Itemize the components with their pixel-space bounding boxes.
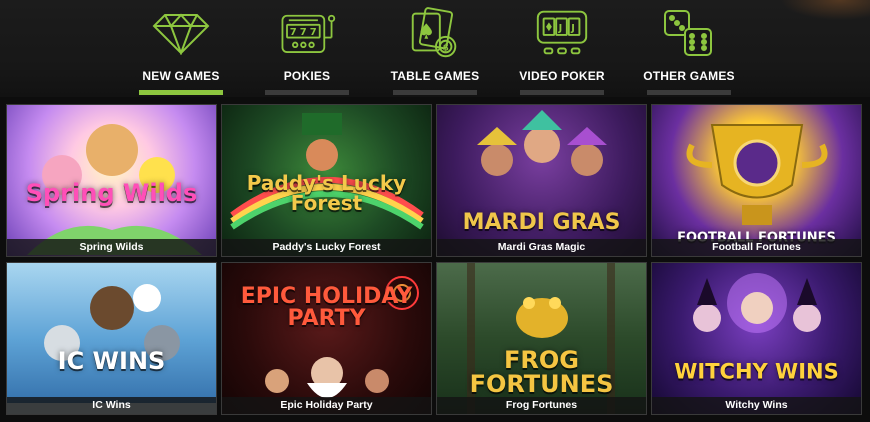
game-thumbnail <box>222 263 431 414</box>
tab-label: NEW GAMES <box>142 69 220 83</box>
tab-table-games[interactable]: $ TABLE GAMES <box>371 0 499 97</box>
game-title: Witchy Wins <box>652 397 861 414</box>
tab-label: POKIES <box>283 69 331 83</box>
game-thumbnail <box>222 105 431 256</box>
game-tile-frog-fortunes[interactable]: FROG FORTUNES Frog Fortunes <box>436 262 647 415</box>
game-tile-witchy-wins[interactable]: WITCHY WINS Witchy Wins <box>651 262 862 415</box>
game-thumbnail <box>7 263 216 414</box>
game-title: Football Fortunes <box>652 239 861 256</box>
game-thumbnail <box>652 263 861 414</box>
game-tile-spring-wilds[interactable]: Spring Wilds Spring Wilds <box>6 104 217 257</box>
svg-text:J: J <box>558 23 563 34</box>
slot-machine-icon: 7 7 7 <box>277 8 337 58</box>
tab-new-games[interactable]: NEW GAMES <box>117 0 245 97</box>
dice-icon <box>659 8 719 58</box>
game-tile-paddys-lucky-forest[interactable]: Paddy's Lucky Forest Paddy's Lucky Fores… <box>221 104 432 257</box>
diamond-icon <box>151 8 211 58</box>
game-thumbnail <box>652 105 861 256</box>
tab-other-games[interactable]: OTHER GAMES <box>625 0 753 97</box>
game-thumbnail <box>437 105 646 256</box>
svg-text:7: 7 <box>310 27 317 38</box>
tab-video-poker[interactable]: J J VIDEO POKER <box>498 0 626 97</box>
game-title: Mardi Gras Magic <box>437 239 646 256</box>
game-tile-football-fortunes[interactable]: FOOTBALL FORTUNES Football Fortunes <box>651 104 862 257</box>
game-title: Epic Holiday Party <box>222 397 431 414</box>
game-tile-ic-wins[interactable]: IC WINS IC Wins <box>6 262 217 415</box>
tab-underline <box>139 90 223 95</box>
game-thumbnail <box>437 263 646 414</box>
game-grid: Spring Wilds Spring Wilds Paddy's Lucky … <box>6 104 862 415</box>
game-thumbnail <box>7 105 216 256</box>
game-title: IC Wins <box>7 397 216 414</box>
tab-underline <box>265 90 349 95</box>
svg-text:7: 7 <box>290 27 297 38</box>
game-title: Frog Fortunes <box>437 397 646 414</box>
tab-pokies[interactable]: 7 7 7 POKIES <box>243 0 371 97</box>
svg-text:J: J <box>570 23 575 34</box>
game-category-nav: NEW GAMES 7 7 7 POKIES $ TABLE GAMES J J… <box>0 0 870 97</box>
tab-underline <box>647 90 731 95</box>
corner-glow <box>780 0 870 20</box>
svg-text:$: $ <box>443 43 449 53</box>
tab-underline <box>520 90 604 95</box>
game-tile-mardi-gras-magic[interactable]: MARDI GRAS Mardi Gras Magic <box>436 104 647 257</box>
game-tile-epic-holiday-party[interactable]: EPIC HOLIDAY PARTY Epic Holiday Party <box>221 262 432 415</box>
tab-label: OTHER GAMES <box>643 69 735 83</box>
game-title: Spring Wilds <box>7 239 216 256</box>
svg-text:7: 7 <box>300 27 307 38</box>
tab-underline <box>393 90 477 95</box>
video-poker-icon: J J <box>532 8 592 58</box>
tab-label: TABLE GAMES <box>390 69 480 83</box>
game-title: Paddy's Lucky Forest <box>222 239 431 256</box>
tab-label: VIDEO POKER <box>519 69 605 83</box>
cards-chip-icon: $ <box>405 7 465 58</box>
